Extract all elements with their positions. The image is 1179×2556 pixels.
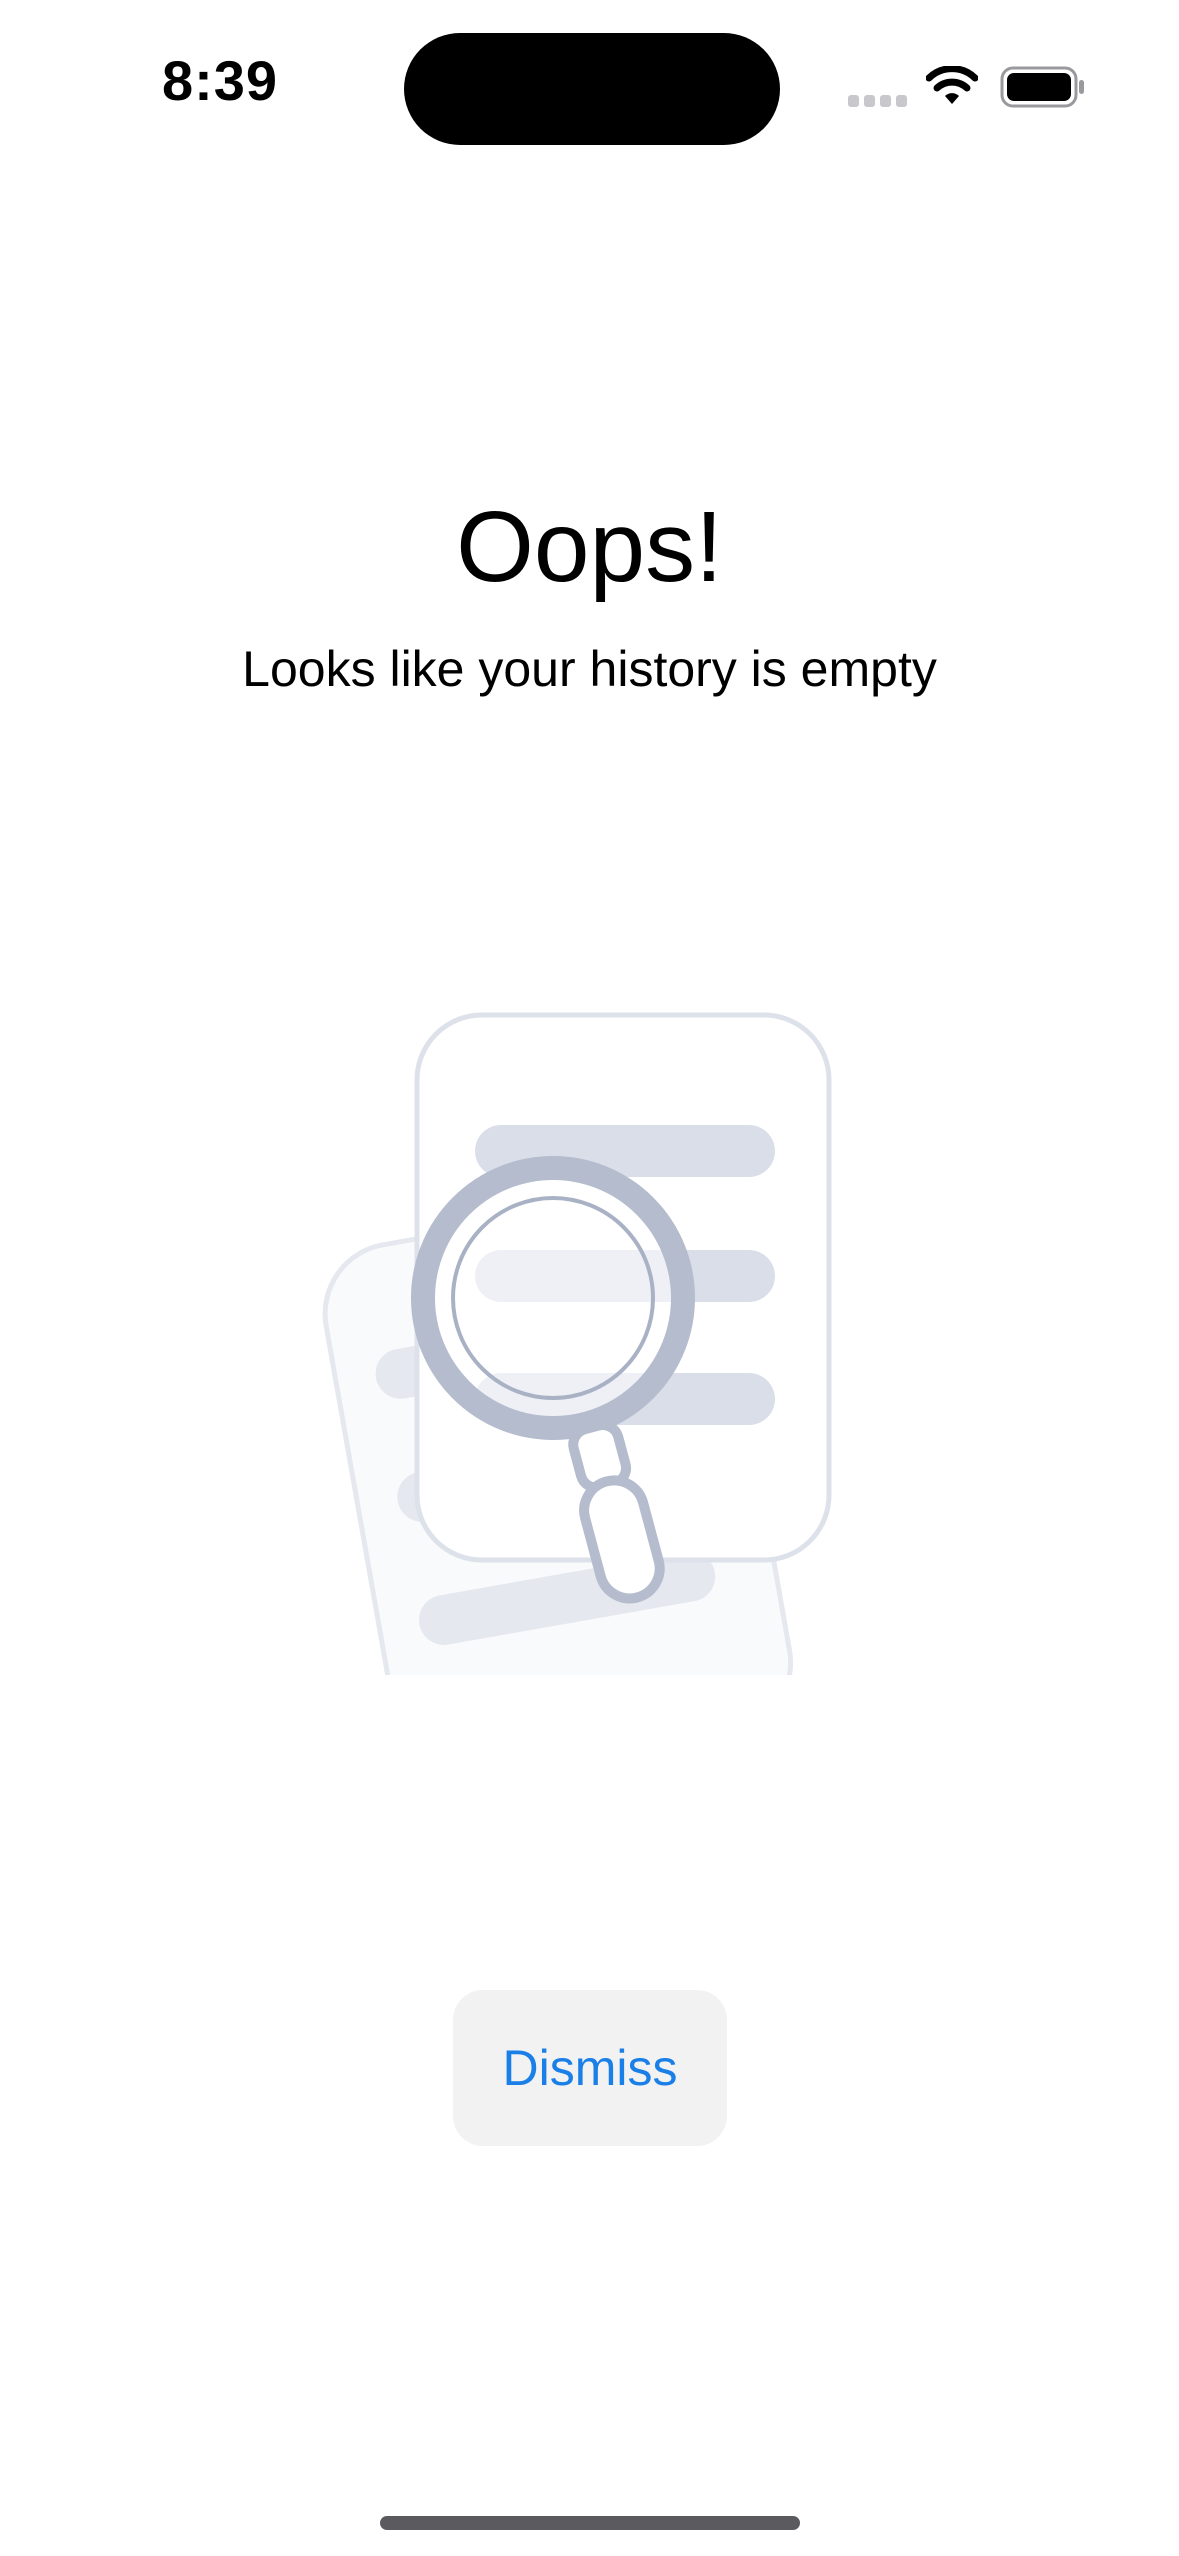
status-time: 8:39 — [161, 49, 279, 112]
status-bar: 8:39 — [0, 0, 1179, 180]
signal-icon — [848, 95, 907, 107]
home-indicator[interactable] — [380, 2516, 800, 2530]
dismiss-button[interactable]: Dismiss — [453, 1990, 727, 2146]
empty-state-title: Oops! — [456, 491, 723, 603]
dynamic-island — [404, 33, 780, 145]
empty-state-message: Looks like your history is empty — [242, 641, 937, 697]
document-search-icon — [322, 1012, 832, 1675]
wifi-icon — [926, 66, 978, 104]
battery-icon — [1000, 66, 1084, 108]
